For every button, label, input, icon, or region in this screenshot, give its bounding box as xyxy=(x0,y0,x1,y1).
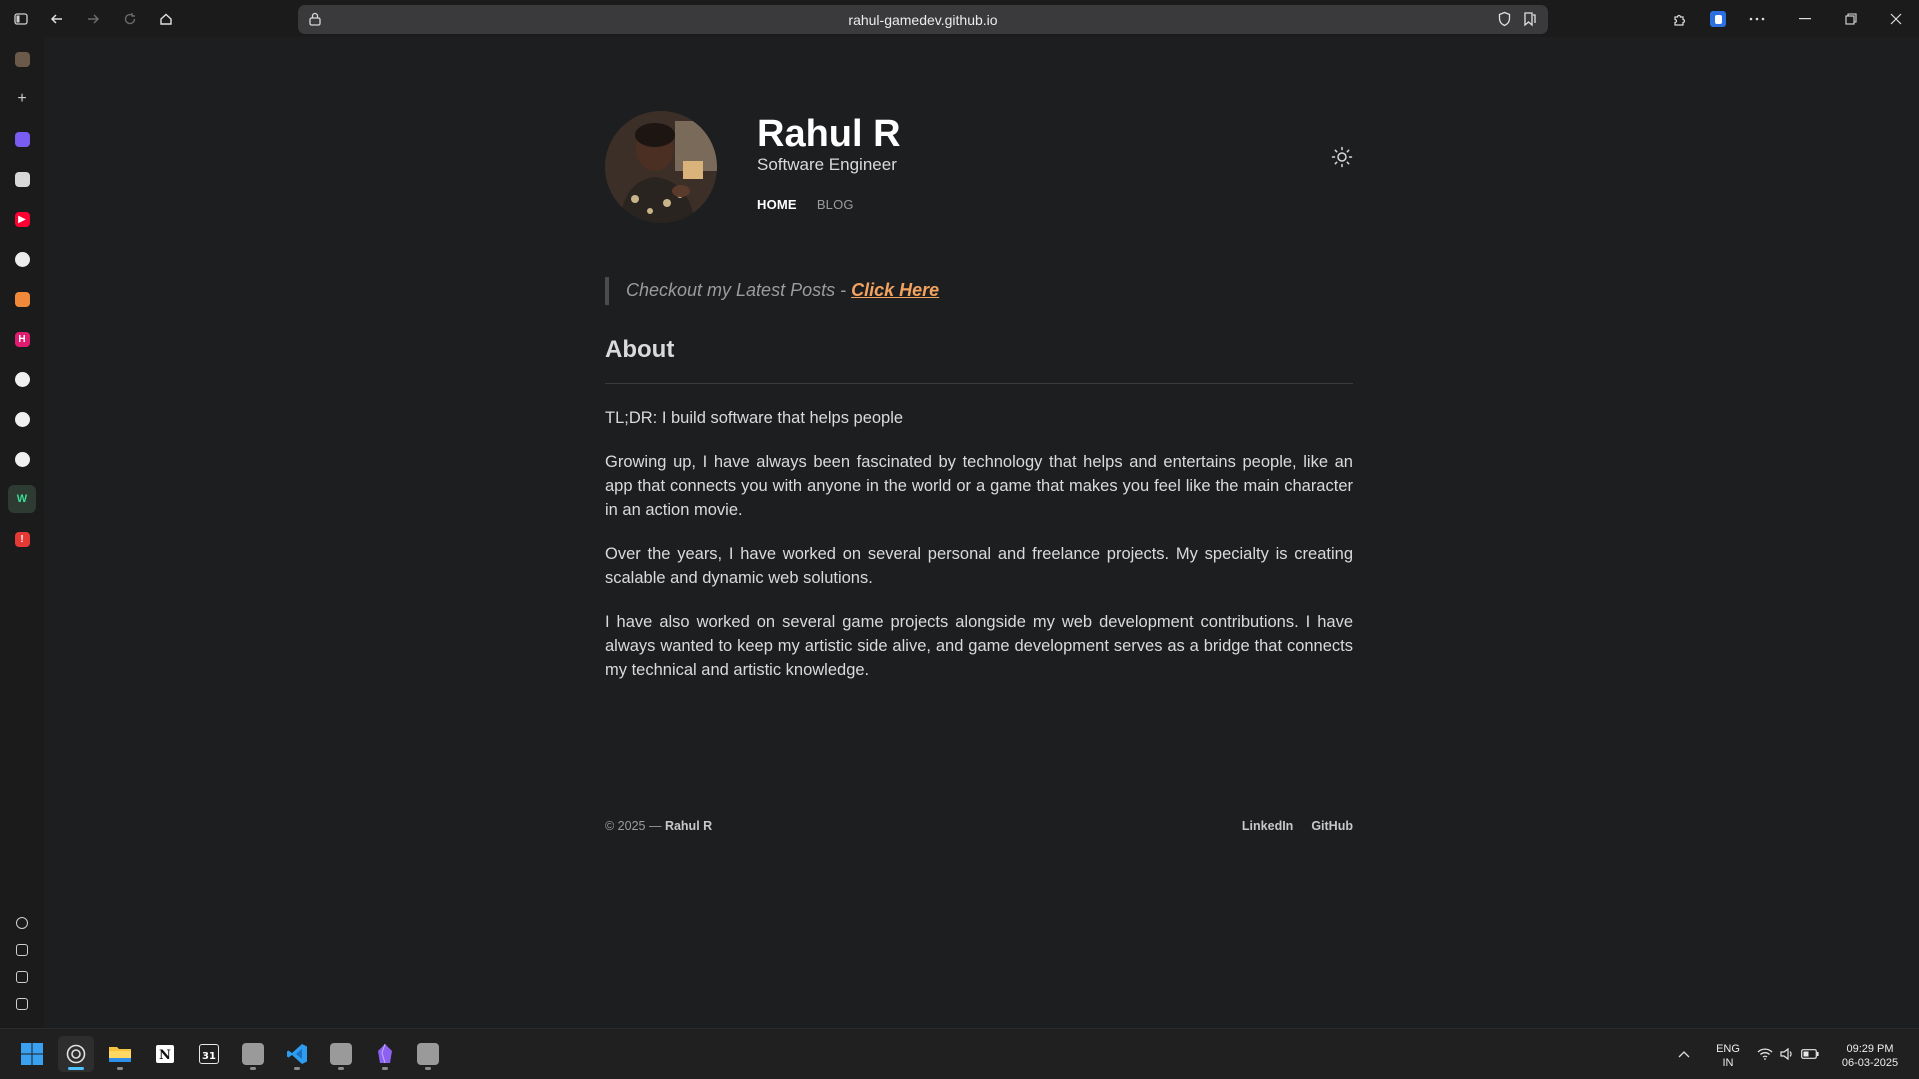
sidebar-app-webflow-icon[interactable]: W xyxy=(8,485,36,513)
sidebar-app-hashnode-glyph: H xyxy=(14,331,30,347)
sidebar-app-github-2-glyph xyxy=(14,411,30,427)
site-footer: © 2025 — Rahul R LinkedIn GitHub xyxy=(605,819,1353,833)
copyright-text: © 2025 — xyxy=(605,819,665,833)
restore-icon[interactable] xyxy=(1831,6,1871,32)
sidebar-app-hashnode-icon[interactable]: H xyxy=(8,325,36,353)
about-paragraph-games: I have also worked on several game proje… xyxy=(605,613,1353,679)
app-icon-grey-3[interactable] xyxy=(410,1036,446,1072)
battery-icon[interactable] xyxy=(1797,1036,1823,1072)
start-icon[interactable] xyxy=(14,1036,50,1072)
svg-text:N: N xyxy=(159,1048,171,1063)
browser-toolbar: rahul-gamedev.github.io xyxy=(0,0,1919,37)
latest-posts-blockquote: Checkout my Latest Posts - Click Here xyxy=(605,277,1353,305)
settings-icon-shape xyxy=(16,917,28,929)
calendar-icon[interactable]: 31 xyxy=(191,1036,227,1072)
avatar xyxy=(605,111,717,223)
site-nav: HOME BLOG xyxy=(757,197,854,212)
calendar-date: 31 xyxy=(199,1044,219,1064)
site-header: Rahul R Software Engineer HOME BLOG xyxy=(605,111,1353,241)
wallet-icon-shape xyxy=(16,971,28,983)
profile-app-icon[interactable] xyxy=(8,939,36,961)
url-text[interactable]: rahul-gamedev.github.io xyxy=(848,12,997,28)
sidebar-app-alert-icon[interactable]: ! xyxy=(8,525,36,553)
footer-link-linkedin[interactable]: LinkedIn xyxy=(1242,819,1293,833)
favorite-icon[interactable] xyxy=(1522,11,1538,32)
sidebar-app-github-1-icon[interactable] xyxy=(8,365,36,393)
quote-text: Checkout my Latest Posts - xyxy=(626,280,852,300)
nav-blog[interactable]: BLOG xyxy=(817,197,854,212)
wallet-icon[interactable] xyxy=(8,966,36,988)
divider xyxy=(605,383,1353,384)
sidebar-app-unity-icon[interactable] xyxy=(8,165,36,193)
extensions-icon[interactable] xyxy=(1667,6,1693,32)
sidebar-app-chrome-glyph xyxy=(14,251,30,267)
back-icon[interactable] xyxy=(44,6,70,32)
sidebar-add-icon[interactable]: + xyxy=(8,85,36,113)
about-paragraph-growing-up: Growing up, I have always been fascinate… xyxy=(605,453,1353,519)
page-viewport: Rahul R Software Engineer HOME BLOG Chec… xyxy=(44,37,1919,1028)
about-heading: About xyxy=(605,336,675,363)
language-code: ENG xyxy=(1716,1043,1740,1055)
site-subtitle: Software Engineer xyxy=(757,155,897,174)
lock-icon[interactable] xyxy=(308,11,322,32)
sidebar-app-obsidian-icon[interactable] xyxy=(8,125,36,153)
nav-home[interactable]: HOME xyxy=(757,197,797,212)
sidebar-add-glyph: + xyxy=(17,90,27,107)
sidebar-app-obsidian-glyph xyxy=(14,131,30,147)
footer-copyright: © 2025 — Rahul R xyxy=(605,819,712,833)
about-paragraph-projects: Over the years, I have worked on several… xyxy=(605,545,1353,587)
sidebar-app-github-3-icon[interactable] xyxy=(8,445,36,473)
site-title[interactable]: Rahul R xyxy=(757,111,901,157)
sidebar-app-github-2-icon[interactable] xyxy=(8,405,36,433)
sidebar-app-youtube-icon[interactable]: ▶ xyxy=(8,205,36,233)
footer-owner[interactable]: Rahul R xyxy=(665,819,712,833)
sidebar-app-youtube-glyph: ▶ xyxy=(14,211,30,227)
minimize-icon[interactable] xyxy=(1785,6,1825,32)
browser-app-icon[interactable] xyxy=(58,1036,94,1072)
sidebar-app-orange-icon[interactable] xyxy=(8,285,36,313)
sidebar-app-github-1-glyph xyxy=(14,371,30,387)
sidebar-app-1-icon[interactable] xyxy=(8,45,36,73)
language-region: IN xyxy=(1722,1057,1734,1069)
theme-toggle-sun-icon[interactable] xyxy=(1331,146,1353,168)
page-content: Rahul R Software Engineer HOME BLOG Chec… xyxy=(605,111,1353,833)
more-icon[interactable] xyxy=(1744,6,1770,32)
download-icon-shape xyxy=(16,998,28,1010)
sidebar-app-orange-glyph xyxy=(14,291,30,307)
click-here-link[interactable]: Click Here xyxy=(851,280,939,300)
profile-app-icon-shape xyxy=(16,944,28,956)
footer-link-github[interactable]: GitHub xyxy=(1311,819,1353,833)
forward-icon[interactable] xyxy=(80,6,106,32)
notion-icon[interactable]: N xyxy=(147,1036,183,1072)
shield-icon[interactable] xyxy=(1497,11,1512,32)
obsidian-icon[interactable] xyxy=(367,1036,403,1072)
app-icon-grey-1[interactable] xyxy=(235,1036,271,1072)
file-explorer-icon[interactable] xyxy=(102,1036,138,1072)
profile-icon[interactable] xyxy=(1705,6,1731,32)
clock-date: 06-03-2025 xyxy=(1841,1057,1899,1069)
clock-time: 09:29 PM xyxy=(1846,1043,1894,1055)
sidebar-app-github-3-glyph xyxy=(14,451,30,467)
download-icon[interactable] xyxy=(8,993,36,1015)
vscode-icon[interactable] xyxy=(279,1036,315,1072)
close-icon[interactable] xyxy=(1876,6,1916,32)
browser-sidebar: + ▶ H W! xyxy=(0,37,44,1028)
sidebar-app-alert-glyph: ! xyxy=(14,531,30,547)
language-indicator[interactable]: ENG IN xyxy=(1712,1042,1744,1070)
sidebar-toggle-icon[interactable] xyxy=(8,6,34,32)
sidebar-app-unity-glyph xyxy=(14,171,30,187)
sidebar-app-webflow-glyph: W xyxy=(16,493,28,505)
taskbar: N 31 ENG IN 09:29 PM 06-03-2025 xyxy=(0,1028,1919,1079)
sidebar-app-chrome-icon[interactable] xyxy=(8,245,36,273)
app-icon-grey-2[interactable] xyxy=(323,1036,359,1072)
tray-chevron-up-icon[interactable] xyxy=(1672,1036,1696,1072)
sidebar-app-1-glyph xyxy=(14,51,30,67)
clock[interactable]: 09:29 PM 06-03-2025 xyxy=(1834,1042,1906,1070)
settings-icon[interactable] xyxy=(8,912,36,934)
home-icon[interactable] xyxy=(153,6,179,32)
about-paragraph-tldr: TL;DR: I build software that helps peopl… xyxy=(605,409,904,427)
address-bar[interactable]: rahul-gamedev.github.io xyxy=(298,5,1548,34)
footer-links: LinkedIn GitHub xyxy=(1242,819,1353,833)
reload-icon[interactable] xyxy=(117,6,143,32)
